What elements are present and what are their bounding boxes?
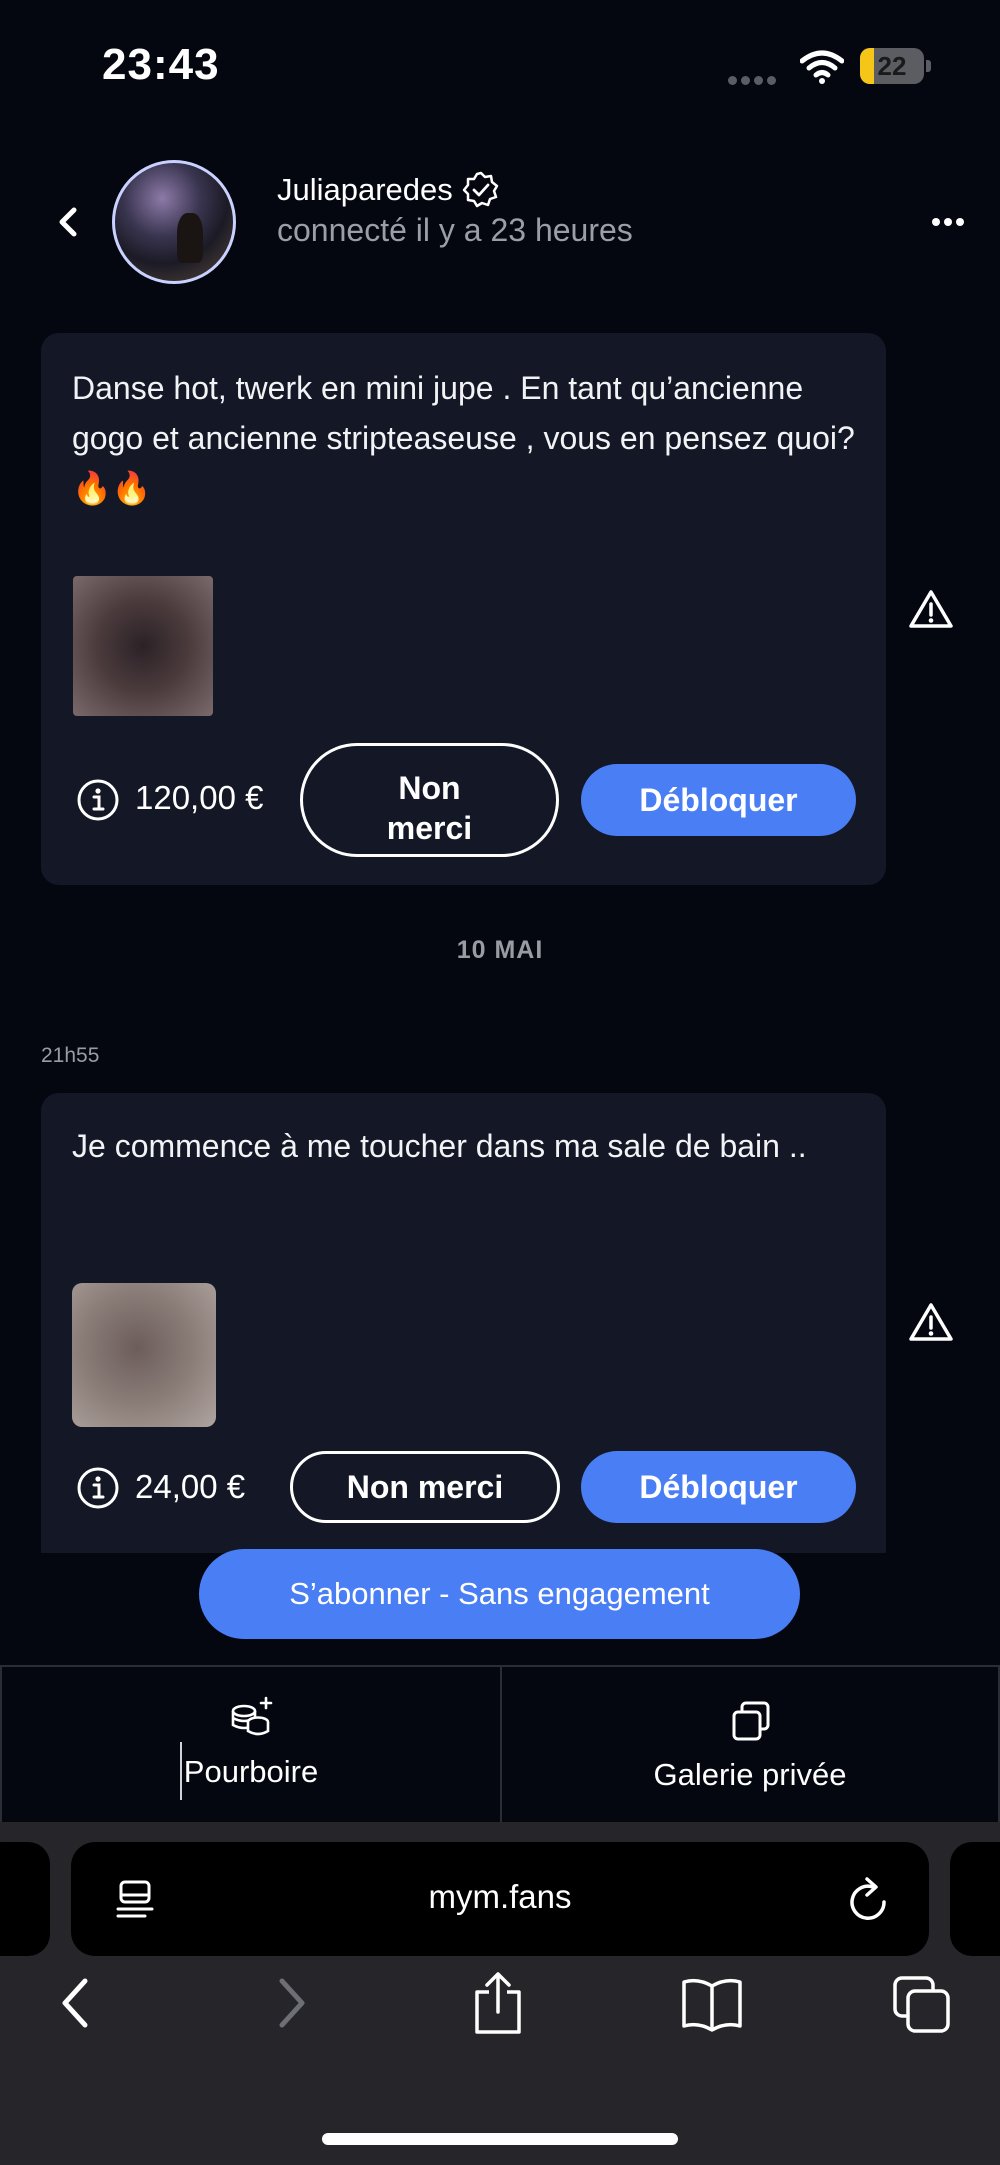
status-bar: 23:43 22	[0, 0, 1000, 130]
avatar[interactable]	[112, 160, 236, 284]
locked-message-card: Danse hot, twerk en mini jupe . En tant …	[41, 333, 886, 885]
subscribe-button[interactable]: S’abonner - Sans engagement	[199, 1549, 800, 1639]
warning-icon[interactable]	[908, 588, 954, 630]
decline-label-line-2: merci	[386, 809, 473, 846]
unlock-button[interactable]: Débloquer	[581, 1451, 856, 1523]
home-indicator	[322, 2133, 678, 2145]
warning-icon[interactable]	[908, 1301, 954, 1343]
info-icon[interactable]	[76, 778, 120, 822]
url-strip: mym.fans	[0, 1822, 1000, 1962]
message-text: Je commence à me toucher dans ma sale de…	[72, 1128, 807, 1164]
unlock-button[interactable]: Débloquer	[581, 764, 856, 836]
decline-label-line-1: Non	[398, 769, 461, 806]
blurred-media-thumbnail[interactable]	[73, 576, 213, 716]
more-icon[interactable]	[930, 210, 966, 234]
blurred-media-thumbnail[interactable]	[72, 1283, 216, 1427]
browser-chrome: mym.fans	[0, 1822, 1000, 2165]
reload-icon[interactable]	[847, 1876, 891, 1924]
chat-header: Juliaparedes connecté il y a 23 heures	[0, 150, 1000, 300]
date-separator: 10 MAI	[456, 936, 544, 964]
price-label: 24,00 €	[135, 1468, 246, 1505]
share-icon[interactable]	[470, 1972, 526, 2036]
browser-forward-icon[interactable]	[272, 1972, 312, 2036]
private-gallery-button[interactable]: Galerie privée	[500, 1667, 1000, 1824]
user-last-seen: connecté il y a 23 heures	[277, 212, 633, 248]
browser-back-icon[interactable]	[55, 1972, 95, 2036]
decline-button[interactable]: Non merci	[290, 1451, 560, 1523]
tip-button[interactable]: Pourboire	[0, 1667, 502, 1824]
url-text: mym.fans	[428, 1878, 572, 1915]
user-name-row[interactable]: Juliaparedes	[277, 170, 501, 210]
message-timestamp: 21h55	[41, 1044, 100, 1067]
bottom-action-bar: Pourboire Galerie privée	[0, 1665, 1000, 1824]
battery-icon: 22	[860, 48, 932, 84]
next-tab-peek[interactable]	[950, 1842, 1000, 1956]
message-text: Danse hot, twerk en mini jupe . En tant …	[72, 370, 855, 506]
verified-icon	[462, 171, 499, 208]
tabs-icon[interactable]	[892, 1972, 952, 2036]
back-icon[interactable]	[50, 202, 86, 242]
price-row: 24,00 € Non merci Débloquer	[41, 1451, 886, 1525]
price-label: 120,00 €	[135, 779, 264, 816]
battery-level: 22	[877, 51, 907, 81]
status-time: 23:43	[102, 40, 220, 89]
previous-tab-peek[interactable]	[0, 1842, 50, 1956]
bookmarks-icon[interactable]	[680, 1972, 744, 2036]
info-icon[interactable]	[76, 1466, 120, 1510]
address-bar[interactable]: mym.fans	[71, 1842, 929, 1956]
coins-plus-icon	[231, 1696, 273, 1736]
gallery-label: Galerie privée	[653, 1757, 847, 1792]
locked-message-card: Je commence à me toucher dans ma sale de…	[41, 1093, 886, 1553]
browser-toolbar	[0, 1972, 1000, 2072]
tip-label: Pourboire	[183, 1754, 319, 1789]
user-name: Juliaparedes	[277, 172, 453, 207]
cellular-signal-icon	[728, 72, 784, 85]
price-row: 120,00 € Non merci Débloquer	[41, 743, 886, 857]
decline-button[interactable]: Non merci	[300, 743, 559, 857]
gallery-icon	[732, 1701, 770, 1741]
wifi-icon	[800, 50, 844, 84]
